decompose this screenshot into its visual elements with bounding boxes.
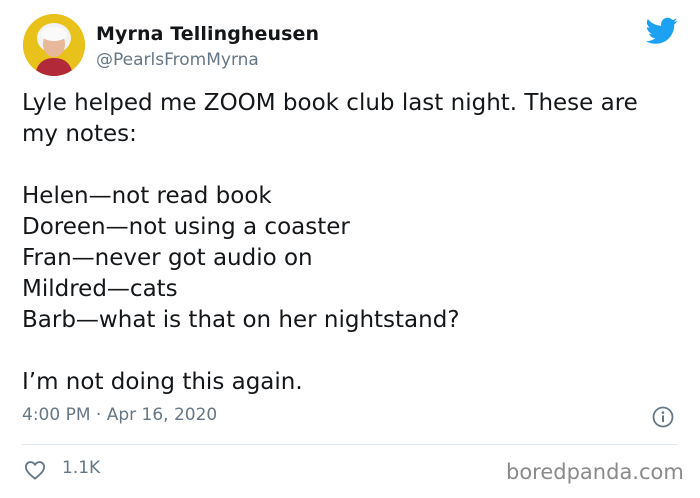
avatar-photo <box>23 14 85 76</box>
watermark: boredpanda.com <box>506 460 684 484</box>
tweet-line: Fran—never got audio on <box>22 245 313 271</box>
tweet-text: Lyle helped me ZOOM book club last night… <box>22 88 682 398</box>
tweet-line: I’m not doing this again. <box>22 369 303 395</box>
like-count[interactable]: 1.1K <box>62 458 100 478</box>
author-handle[interactable]: @PearlsFromMyrna <box>96 50 259 70</box>
tweet-line: Mildred—cats <box>22 276 178 302</box>
twitter-bird-icon[interactable] <box>646 17 678 45</box>
tweet-line: Barb—what is that on her nightstand? <box>22 307 460 333</box>
tweet-timestamp[interactable]: 4:00 PM · Apr 16, 2020 <box>22 405 217 425</box>
tweet-line: Helen—not read book <box>22 183 272 209</box>
tweet-line: Lyle helped me ZOOM book club last night… <box>22 90 638 116</box>
divider <box>22 444 678 445</box>
author-name[interactable]: Myrna Tellingheusen <box>96 23 319 45</box>
info-icon[interactable] <box>652 406 674 428</box>
tweet-line: my notes: <box>22 121 137 147</box>
avatar[interactable] <box>23 14 85 76</box>
heart-icon[interactable] <box>24 460 46 480</box>
tweet-line: Doreen—not using a coaster <box>22 214 350 240</box>
